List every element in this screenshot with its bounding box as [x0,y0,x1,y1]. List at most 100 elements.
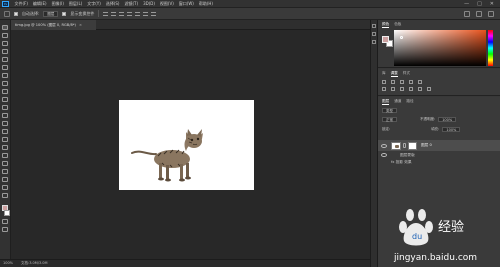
show-transform-checkbox[interactable] [62,11,67,16]
menu-edit[interactable]: 编辑(E) [30,1,49,7]
dodge-tool-icon[interactable] [2,137,8,142]
zoom-tool-icon[interactable] [2,185,8,190]
layers-panel-tabs: 图层 通道 路径 [378,97,500,107]
maximize-icon[interactable]: □ [477,1,482,7]
photo-filter-icon[interactable] [409,87,413,91]
effect-eye-icon[interactable] [381,153,387,157]
minimize-icon[interactable]: — [464,1,469,7]
curves-icon[interactable] [400,80,404,84]
layer-mask-thumbnail[interactable] [408,141,417,150]
more-tools-icon[interactable] [2,193,8,198]
exposure-icon[interactable] [409,80,413,84]
vibrance-icon[interactable] [418,80,422,84]
tab-libraries[interactable]: 库 [382,71,386,77]
layer-name[interactable]: 图层 0 [421,143,432,148]
path-select-tool-icon[interactable] [2,161,8,166]
distribute-icon[interactable] [151,11,157,16]
workspace-icon[interactable] [488,10,494,17]
levels-icon[interactable] [391,80,395,84]
tab-adjustments[interactable]: 调整 [390,71,398,77]
hue-saturation-icon[interactable] [382,87,386,91]
clone-stamp-tool-icon[interactable] [2,97,8,102]
align-left-icon[interactable] [127,11,133,16]
layer-kind-dropdown[interactable]: 类型 [382,108,397,113]
black-white-icon[interactable] [400,87,404,91]
search-icon[interactable] [476,10,482,17]
screen-mode-icon[interactable] [2,227,8,232]
move-tool-icon[interactable] [4,10,10,17]
zoom-level[interactable]: 100% [3,260,13,267]
eyedropper-tool-icon[interactable] [2,73,8,78]
align-top-icon[interactable] [103,11,109,16]
tab-close-icon[interactable]: × [79,23,82,27]
move-tool-icon[interactable] [2,25,8,30]
menu-help[interactable]: 帮助(H) [196,1,215,7]
menu-view[interactable]: 视图(V) [157,1,176,7]
separator [98,10,100,17]
layer-sub-effect-row[interactable]: fx 投影 效果 [378,159,500,166]
close-icon[interactable]: ✕ [490,1,494,7]
auto-select-dropdown[interactable]: 图层 [43,10,59,17]
frame-tool-icon[interactable] [2,65,8,70]
svg-text:du: du [412,232,422,241]
tab-swatches[interactable]: 色板 [394,22,401,28]
color-balance-icon[interactable] [391,87,395,91]
marquee-tool-icon[interactable] [2,33,8,38]
background-color-swatch[interactable] [4,210,10,216]
crop-tool-icon[interactable] [2,57,8,62]
color-lookup-icon[interactable] [427,87,431,91]
blend-mode-dropdown[interactable]: 正常 [382,117,397,122]
menu-3d[interactable]: 3D(D) [141,1,158,6]
type-tool-icon[interactable] [2,153,8,158]
3d-mode-icon[interactable] [464,10,470,17]
auto-select-checkbox[interactable] [14,11,18,16]
brush-tool-icon[interactable] [2,89,8,94]
align-bottom-icon[interactable] [119,11,125,16]
hand-tool-icon[interactable] [2,177,8,182]
menu-filter[interactable]: 滤镜(T) [122,1,141,7]
menu-select[interactable]: 选择(S) [103,1,122,7]
menu-window[interactable]: 窗口(W) [176,1,196,7]
eraser-tool-icon[interactable] [2,113,8,118]
lasso-tool-icon[interactable] [2,41,8,46]
align-center-icon[interactable] [135,11,141,16]
properties-panel-icon[interactable] [372,32,376,36]
fill-label: 填充: [431,127,440,131]
align-middle-icon[interactable] [111,11,117,16]
quick-mask-icon[interactable] [2,219,8,224]
color-picker-field[interactable] [394,30,486,66]
tab-styles[interactable]: 样式 [403,71,410,77]
pen-tool-icon[interactable] [2,145,8,150]
effect-label: 图层蒙版 [400,152,415,157]
visibility-eye-icon[interactable] [381,143,387,148]
tab-channels[interactable]: 通道 [394,99,401,105]
brightness-icon[interactable] [382,80,386,84]
align-right-icon[interactable] [143,11,149,16]
menu-file[interactable]: 文件(F) [12,1,30,7]
healing-brush-tool-icon[interactable] [2,81,8,86]
document-tab[interactable]: timg.jpg @ 100% (图层 0, RGB/8*) × [11,20,96,30]
link-chain-icon[interactable] [403,143,406,148]
menu-type[interactable]: 文字(Y) [85,1,104,7]
shape-tool-icon[interactable] [2,169,8,174]
tab-paths[interactable]: 路径 [406,99,413,105]
history-panel-icon[interactable] [372,24,376,28]
fill-field[interactable]: 100% [442,127,461,132]
hue-slider[interactable] [488,30,493,66]
color-picker-cursor[interactable] [400,36,403,39]
layer-thumbnail[interactable] [391,141,401,150]
tab-color[interactable]: 颜色 [382,22,390,28]
history-brush-tool-icon[interactable] [2,105,8,110]
tab-layers[interactable]: 图层 [382,99,390,105]
layer-row[interactable]: 图层 0 [378,140,500,151]
layer-effect-row[interactable]: 图层蒙版 [378,151,500,159]
opacity-field[interactable]: 100% [438,117,457,122]
quick-select-tool-icon[interactable] [2,49,8,54]
channel-mixer-icon[interactable] [418,87,422,91]
foreground-color-chip[interactable] [382,36,389,43]
blur-tool-icon[interactable] [2,129,8,134]
gradient-tool-icon[interactable] [2,121,8,126]
menu-image[interactable]: 图像(I) [49,1,66,7]
menu-layer[interactable]: 图层(L) [66,1,84,7]
info-panel-icon[interactable] [372,40,376,44]
